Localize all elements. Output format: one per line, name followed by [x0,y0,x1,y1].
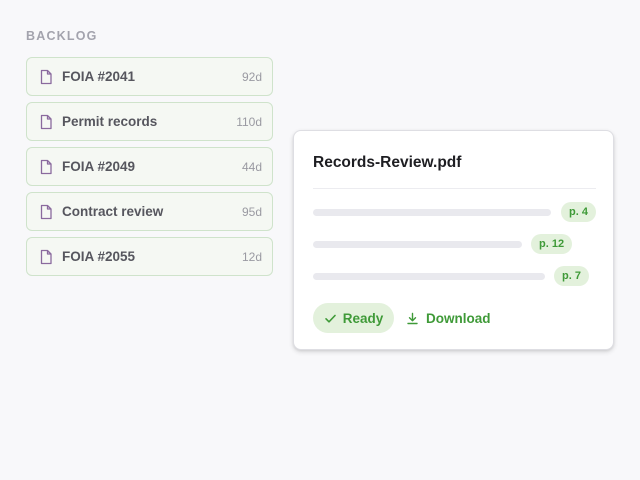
backlog-item-age: 92d [241,69,262,84]
backlog-item[interactable]: FOIA #2055 12d [26,237,273,276]
status-badge: Ready [313,303,394,333]
document-divider [313,188,596,189]
reference-page-badge[interactable]: p. 4 [561,202,596,222]
document-card: Records-Review.pdf p. 4 p. 12 p. 7 Ready… [293,130,614,350]
backlog-item-label: FOIA #2055 [62,249,136,264]
backlog-item[interactable]: FOIA #2041 92d [26,57,273,96]
reference-placeholder-bar [313,208,551,216]
backlog-item-label: Permit records [62,114,158,129]
backlog-item-label: FOIA #2049 [62,159,136,174]
download-icon [406,312,419,325]
reference-row: p. 7 [313,266,596,286]
reference-placeholder-bar [313,240,522,248]
file-icon [39,204,53,220]
document-title: Records-Review.pdf [313,154,462,171]
backlog-item-age: 95d [241,204,262,219]
reference-row: p. 12 [313,234,596,254]
backlog-heading: BACKLOG [26,29,98,43]
file-icon [39,249,53,265]
file-icon [39,114,53,130]
check-icon [324,312,337,325]
reference-page-badge[interactable]: p. 12 [531,234,573,254]
backlog-item-age: 12d [241,249,262,264]
status-label: Ready [342,310,384,326]
reference-placeholder-bar [313,272,545,280]
app-canvas: BACKLOG FOIA #2041 92d Permit records 11… [0,0,640,480]
backlog-item-age: 110d [236,114,262,129]
download-label: Download [426,310,491,326]
file-icon [39,159,53,175]
backlog-item[interactable]: FOIA #2049 44d [26,147,273,186]
backlog-item-label: FOIA #2041 [62,69,136,84]
backlog-list: FOIA #2041 92d Permit records 110d FOIA … [26,57,273,282]
reference-page-badge[interactable]: p. 7 [554,266,589,286]
file-icon [39,69,53,85]
backlog-item[interactable]: Contract review 95d [26,192,273,231]
backlog-item-label: Contract review [62,204,164,219]
reference-row: p. 4 [313,202,596,222]
backlog-item[interactable]: Permit records 110d [26,102,273,141]
backlog-item-age: 44d [241,159,262,174]
download-button[interactable]: Download [406,303,491,333]
